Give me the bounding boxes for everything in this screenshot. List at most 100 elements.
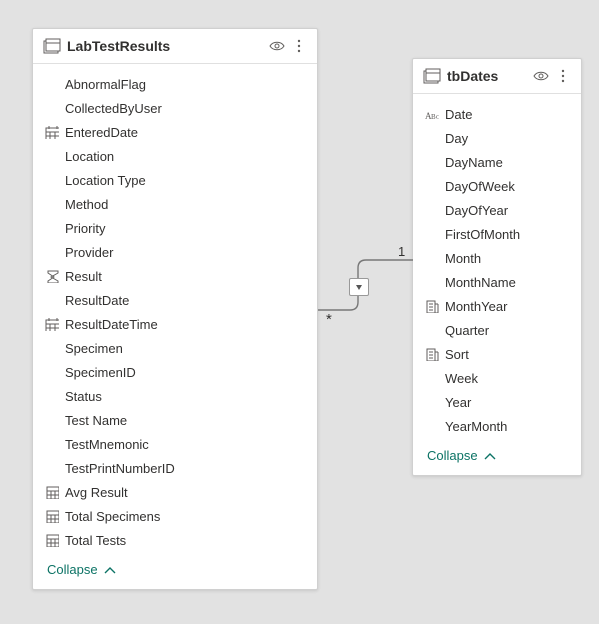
field-label: EnteredDate [65, 125, 138, 140]
field-row[interactable]: Provider [37, 240, 313, 264]
table-card-tbdates[interactable]: tbDates Date Day DayName DayOfWeek DayOfYear… [412, 58, 582, 476]
field-row[interactable]: Total Tests [37, 528, 313, 552]
date-icon [43, 316, 61, 332]
measure-icon [43, 532, 61, 548]
collapse-label: Collapse [47, 562, 98, 577]
blank-icon [423, 394, 441, 410]
blank-icon [423, 226, 441, 242]
blank-icon [43, 364, 61, 380]
field-row[interactable]: Location Type [37, 168, 313, 192]
field-row[interactable]: DayOfWeek [417, 174, 577, 198]
field-row[interactable]: SpecimenID [37, 360, 313, 384]
field-row[interactable]: Status [37, 384, 313, 408]
field-row[interactable]: DayOfYear [417, 198, 577, 222]
chevron-up-icon [482, 449, 496, 463]
table-icon [423, 67, 441, 85]
field-label: DayName [445, 155, 503, 170]
field-row[interactable]: Test Name [37, 408, 313, 432]
field-label: Total Specimens [65, 509, 160, 524]
field-label: Day [445, 131, 468, 146]
field-row[interactable]: Year [417, 390, 577, 414]
field-row[interactable]: ResultDate [37, 288, 313, 312]
field-label: Year [445, 395, 471, 410]
field-row[interactable]: DayName [417, 150, 577, 174]
field-row[interactable]: Specimen [37, 336, 313, 360]
field-label: MonthName [445, 275, 516, 290]
field-label: Week [445, 371, 478, 386]
blank-icon [423, 178, 441, 194]
cardinality-one: 1 [398, 244, 405, 259]
field-label: SpecimenID [65, 365, 136, 380]
field-row[interactable]: Quarter [417, 318, 577, 342]
blank-icon [43, 76, 61, 92]
hierarchy-icon [423, 346, 441, 362]
blank-icon [423, 322, 441, 338]
blank-icon [423, 418, 441, 434]
collapse-button[interactable]: Collapse [33, 554, 317, 589]
field-label: Status [65, 389, 102, 404]
measure-icon [43, 508, 61, 524]
table-header: tbDates [413, 59, 581, 94]
field-row[interactable]: EnteredDate [37, 120, 313, 144]
field-row[interactable]: ResultDateTime [37, 312, 313, 336]
filter-direction-icon[interactable] [349, 278, 369, 296]
field-row[interactable]: Sort [417, 342, 577, 366]
visibility-icon[interactable] [533, 68, 549, 84]
table-icon [43, 37, 61, 55]
field-row[interactable]: YearMonth [417, 414, 577, 438]
field-label: Quarter [445, 323, 489, 338]
visibility-icon[interactable] [269, 38, 285, 54]
field-row[interactable]: CollectedByUser [37, 96, 313, 120]
blank-icon [423, 154, 441, 170]
field-label: AbnormalFlag [65, 77, 146, 92]
date-icon [43, 124, 61, 140]
more-options-icon[interactable] [555, 68, 571, 84]
field-row[interactable]: TestPrintNumberID [37, 456, 313, 480]
field-label: Priority [65, 221, 105, 236]
field-label: Provider [65, 245, 113, 260]
field-row[interactable]: Result [37, 264, 313, 288]
field-row[interactable]: FirstOfMonth [417, 222, 577, 246]
collapse-button[interactable]: Collapse [413, 440, 581, 475]
blank-icon [43, 244, 61, 260]
blank-icon [43, 388, 61, 404]
field-label: Location Type [65, 173, 146, 188]
field-row[interactable]: Location [37, 144, 313, 168]
field-label: ResultDate [65, 293, 129, 308]
blank-icon [43, 196, 61, 212]
field-label: DayOfYear [445, 203, 508, 218]
field-row[interactable]: AbnormalFlag [37, 72, 313, 96]
blank-icon [43, 340, 61, 356]
more-options-icon[interactable] [291, 38, 307, 54]
blank-icon [423, 274, 441, 290]
table-card-labtestresults[interactable]: LabTestResults AbnormalFlag CollectedByUs… [32, 28, 318, 590]
field-row[interactable]: Week [417, 366, 577, 390]
field-label: Method [65, 197, 108, 212]
field-row[interactable]: Priority [37, 216, 313, 240]
field-row[interactable]: Month [417, 246, 577, 270]
field-row[interactable]: TestMnemonic [37, 432, 313, 456]
field-row[interactable]: Method [37, 192, 313, 216]
table-header: LabTestResults [33, 29, 317, 64]
hierarchy-icon [423, 298, 441, 314]
field-label: Total Tests [65, 533, 126, 548]
field-label: Month [445, 251, 481, 266]
table-title: LabTestResults [67, 38, 269, 54]
field-label: TestPrintNumberID [65, 461, 175, 476]
blank-icon [43, 100, 61, 116]
text-icon [423, 106, 441, 122]
field-row[interactable]: MonthYear [417, 294, 577, 318]
cardinality-many: * [326, 311, 332, 328]
blank-icon [43, 292, 61, 308]
chevron-up-icon [102, 563, 116, 577]
blank-icon [43, 460, 61, 476]
field-row[interactable]: Day [417, 126, 577, 150]
field-label: Test Name [65, 413, 127, 428]
field-row[interactable]: MonthName [417, 270, 577, 294]
field-row[interactable]: Date [417, 102, 577, 126]
field-label: Location [65, 149, 114, 164]
field-label: DayOfWeek [445, 179, 515, 194]
field-label: YearMonth [445, 419, 507, 434]
field-row[interactable]: Avg Result [37, 480, 313, 504]
field-row[interactable]: Total Specimens [37, 504, 313, 528]
